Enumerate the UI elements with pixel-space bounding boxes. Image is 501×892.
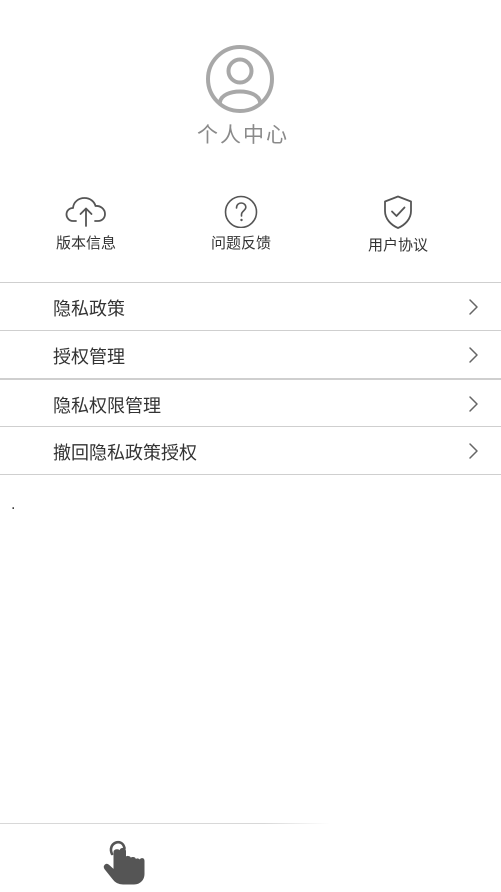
profile-header: 个人中心 <box>0 0 501 160</box>
tap-hand-icon[interactable] <box>101 832 147 886</box>
chevron-right-icon <box>469 396 478 412</box>
user-circle-icon[interactable] <box>205 44 275 114</box>
question-circle-icon <box>181 194 301 228</box>
menu-item-label: 隐私政策 <box>53 299 125 320</box>
user-agreement-label: 用户协议 <box>367 236 428 254</box>
settings-menu: 隐私政策 授权管理 隐私权限管理 撤回隐私政策授权 <box>0 282 501 475</box>
feedback-label: 问题反馈 <box>210 234 271 252</box>
shield-check-icon <box>338 194 458 229</box>
chevron-right-icon <box>469 347 478 363</box>
page-title: 个人中心 <box>197 123 289 147</box>
user-agreement-button[interactable]: 用户协议 <box>338 190 458 256</box>
menu-item-label: 授权管理 <box>53 347 125 368</box>
feedback-button[interactable]: 问题反馈 <box>181 190 301 256</box>
menu-item-label: 隐私权限管理 <box>53 396 161 417</box>
quick-actions: 版本信息 问题反馈 用户协议 <box>0 190 501 260</box>
chevron-right-icon <box>469 443 478 459</box>
menu-item-authorization-management[interactable]: 授权管理 <box>0 330 501 378</box>
chevron-right-icon <box>469 299 478 315</box>
menu-item-privacy-permission-management[interactable]: 隐私权限管理 <box>0 378 501 426</box>
version-info-label: 版本信息 <box>55 234 116 252</box>
cloud-upload-icon <box>26 194 146 228</box>
dot-text: . <box>11 497 16 513</box>
menu-item-label: 撤回隐私政策授权 <box>53 443 197 464</box>
version-info-button[interactable]: 版本信息 <box>26 190 146 256</box>
menu-item-revoke-privacy-authorization[interactable]: 撤回隐私政策授权 <box>0 426 501 475</box>
menu-item-privacy-policy[interactable]: 隐私政策 <box>0 282 501 330</box>
bottom-divider <box>0 823 330 824</box>
